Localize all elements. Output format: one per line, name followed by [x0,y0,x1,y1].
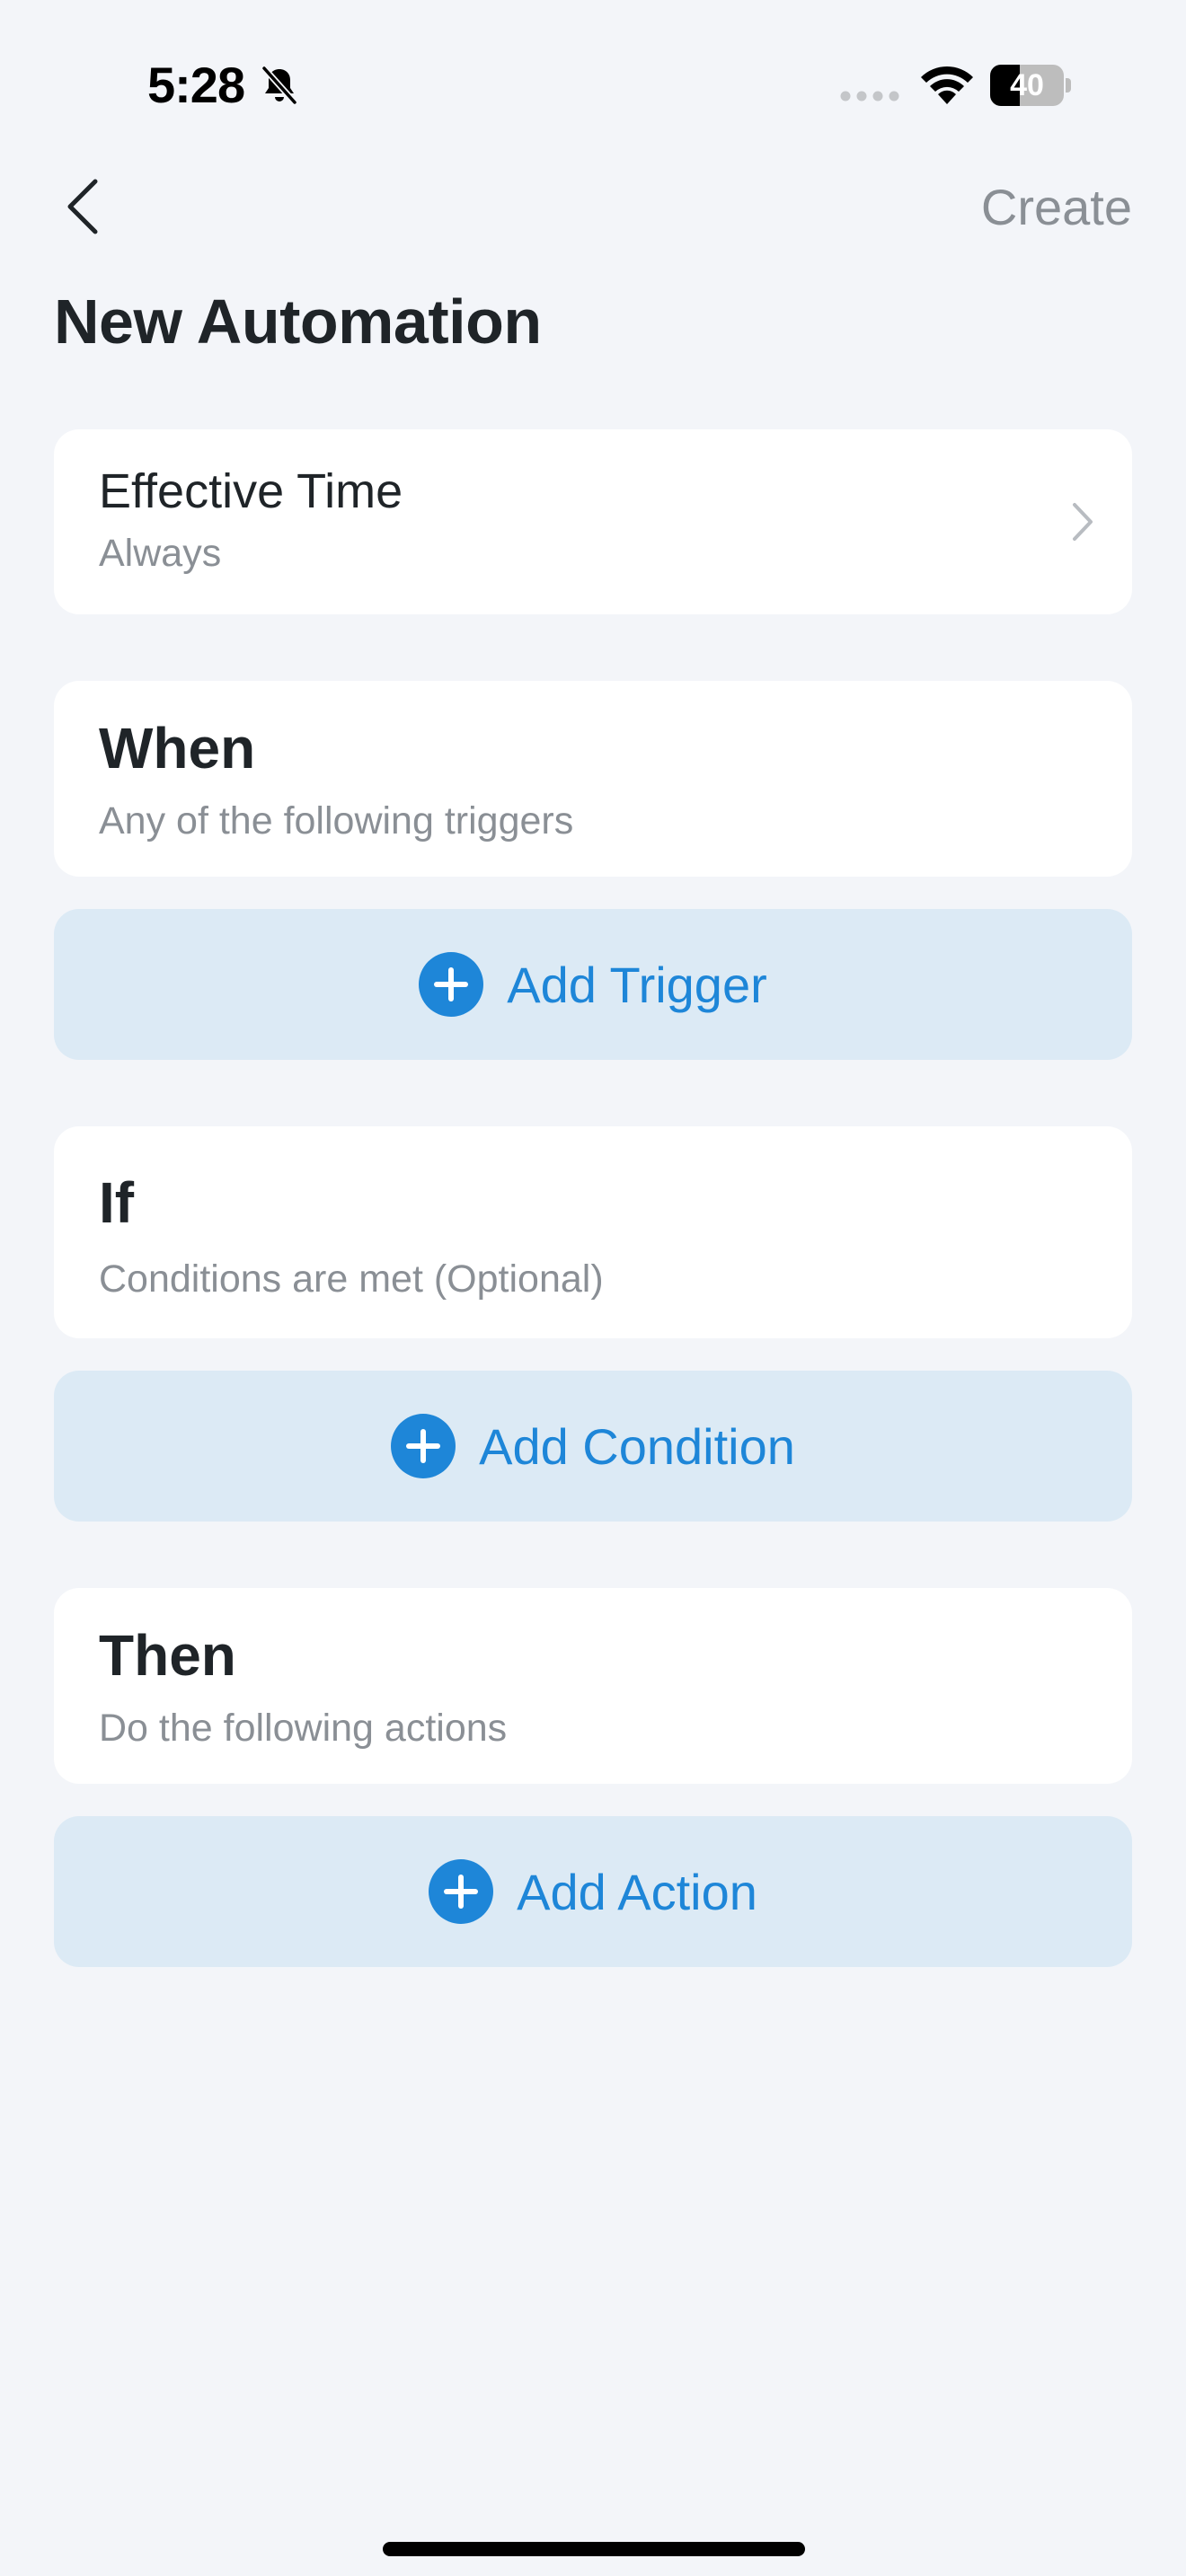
status-bar: 5:28 40 [0,0,1186,171]
when-section-subtitle: Any of the following triggers [99,799,574,842]
effective-time-label: Effective Time [99,464,403,518]
then-section-title: Then [99,1623,236,1688]
plus-circle-icon [391,1414,456,1478]
page-title: New Automation [54,287,542,357]
effective-time-row[interactable]: Effective Time Always [54,429,1132,614]
wifi-icon [921,66,973,104]
add-action-label: Add Action [517,1863,757,1920]
add-trigger-button[interactable]: Add Trigger [54,909,1132,1060]
battery-body: 40 [990,65,1064,106]
bell-slash-icon [261,65,298,106]
if-section-card: If Conditions are met (Optional) [54,1126,1132,1338]
effective-time-value: Always [99,532,222,575]
chevron-right-icon [1073,503,1093,541]
if-section-subtitle: Conditions are met (Optional) [99,1257,604,1301]
when-section-card: When Any of the following triggers [54,681,1132,877]
battery-icon: 40 [990,65,1071,106]
battery-level: 40 [1010,68,1044,102]
then-section-subtitle: Do the following actions [99,1707,508,1750]
add-action-button[interactable]: Add Action [54,1816,1132,1967]
status-time: 5:28 [147,57,245,113]
when-section-title: When [99,716,256,781]
cellular-signal-icon [840,91,899,101]
then-section-card: Then Do the following actions [54,1588,1132,1784]
home-indicator [383,2542,805,2556]
plus-circle-icon [419,952,484,1017]
plus-circle-icon [429,1859,494,1924]
if-section-title: If [99,1170,135,1235]
create-button[interactable]: Create [981,178,1132,236]
add-condition-button[interactable]: Add Condition [54,1371,1132,1522]
back-button[interactable] [54,172,111,241]
add-condition-label: Add Condition [479,1417,795,1475]
add-trigger-label: Add Trigger [507,956,767,1013]
chevron-left-icon [67,179,98,234]
battery-cap [1066,78,1071,93]
